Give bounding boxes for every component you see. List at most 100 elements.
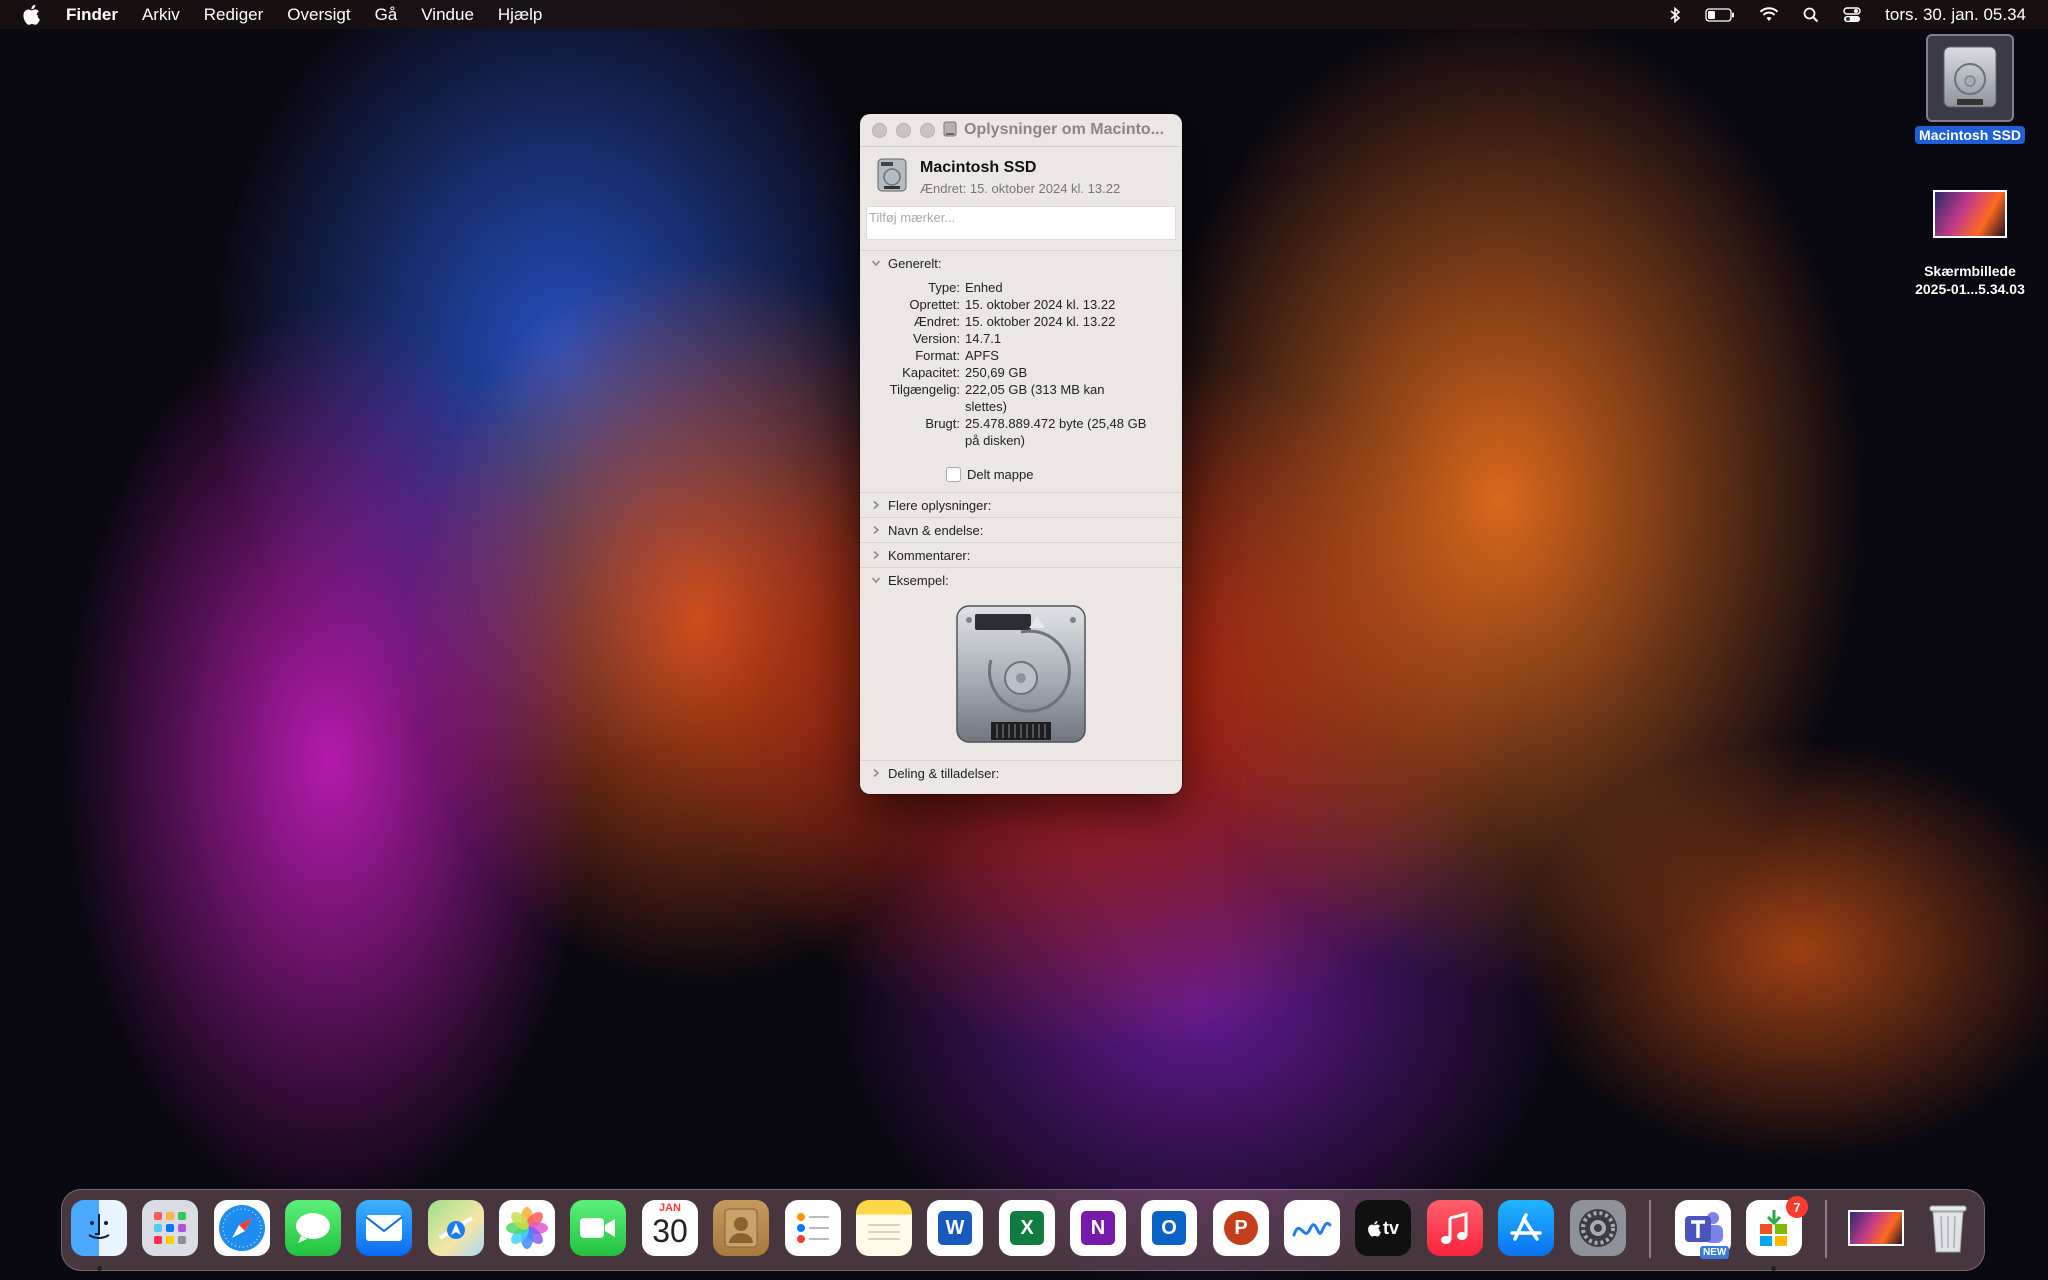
section-comments-label: Kommentarer: <box>888 547 971 563</box>
mail-icon[interactable] <box>356 1200 412 1256</box>
detail-key: Format: <box>915 348 960 363</box>
shared-folder-option[interactable]: Delt mappe <box>946 467 1182 482</box>
chevron-down-icon <box>870 258 882 268</box>
microsoft-word-icon[interactable]: W <box>927 1200 983 1256</box>
section-more-info[interactable]: Flere oplysninger: <box>860 492 1182 517</box>
menu-bar: Finder Arkiv Rediger Oversigt Gå Vindue … <box>0 0 2048 29</box>
notes-icon[interactable] <box>856 1200 912 1256</box>
messages-icon[interactable] <box>285 1200 341 1256</box>
item-modified: Ændret: 15. oktober 2024 kl. 13.22 <box>920 181 1121 196</box>
outlook-letter: O <box>1152 1211 1186 1245</box>
excel-letter: X <box>1010 1211 1044 1245</box>
hard-drive-icon <box>1926 34 2014 122</box>
freeform-icon[interactable] <box>1284 1200 1340 1256</box>
detail-key: Oprettet: <box>909 297 960 312</box>
detail-value: 15. oktober 2024 kl. 13.22 <box>965 297 1116 312</box>
system-settings-icon[interactable] <box>1570 1200 1626 1256</box>
item-name: Macintosh SSD <box>920 159 1037 176</box>
teams-new-tag: NEW <box>1700 1246 1730 1259</box>
calendar-day: 30 <box>652 1213 688 1249</box>
section-general-label: Generelt: <box>888 255 942 271</box>
section-name-extension-label: Navn & endelse: <box>888 522 984 538</box>
dock-divider <box>1825 1200 1827 1258</box>
word-letter: W <box>938 1211 972 1245</box>
detail-row: Oprettet: 15. oktober 2024 kl. 13.22 <box>860 296 1182 313</box>
menu-rediger[interactable]: Rediger <box>204 5 264 25</box>
detail-key: Brugt: <box>925 416 960 431</box>
menu-vindue[interactable]: Vindue <box>421 5 474 25</box>
dock-screenshot-thumbnail[interactable] <box>1848 1200 1904 1256</box>
calendar-icon[interactable]: JAN 30 <box>642 1200 698 1256</box>
menubar-clock[interactable]: tors. 30. jan. 05.34 <box>1885 5 2026 25</box>
menu-oversigt[interactable]: Oversigt <box>287 5 350 25</box>
dock-screenshot-image <box>1848 1210 1904 1246</box>
safari-icon[interactable] <box>214 1200 270 1256</box>
detail-key: Ændret: <box>913 314 960 329</box>
detail-key: Tilgængelig: <box>889 382 960 397</box>
hard-drive-preview-icon <box>951 602 1091 751</box>
general-details: Type: Enhed Oprettet: 15. oktober 2024 kl.… <box>860 275 1182 449</box>
section-preview[interactable]: Eksempel: <box>860 567 1182 592</box>
tags-field[interactable]: Tilføj mærker... <box>866 206 1176 240</box>
screenshot-thumbnail <box>1933 190 2007 238</box>
window-titlebar[interactable]: Oplysninger om Macinto... <box>860 114 1182 147</box>
section-more-info-label: Flere oplysninger: <box>888 497 992 513</box>
finder-running-indicator <box>97 1266 102 1271</box>
detail-value: 222,05 GB (313 MB kan slettes) <box>965 382 1105 414</box>
chevron-right-icon <box>870 500 882 510</box>
section-name-extension[interactable]: Navn & endelse: <box>860 517 1182 542</box>
search-icon[interactable] <box>1803 7 1819 23</box>
detail-row: Brugt: 25.478.889.472 byte (25,48 GB på d… <box>860 415 1182 449</box>
control-center-icon[interactable] <box>1843 6 1861 23</box>
reminders-icon[interactable] <box>785 1200 841 1256</box>
minimize-button[interactable] <box>896 122 911 138</box>
menu-arkiv[interactable]: Arkiv <box>142 5 180 25</box>
trash-icon[interactable] <box>1920 1200 1976 1256</box>
wifi-icon[interactable] <box>1759 7 1779 22</box>
detail-value: 15. oktober 2024 kl. 13.22 <box>965 314 1116 329</box>
detail-value: APFS <box>965 348 999 363</box>
detail-key: Kapacitet: <box>902 365 960 380</box>
detail-row: Format: APFS <box>860 347 1182 364</box>
finder-icon[interactable] <box>71 1200 127 1256</box>
close-button[interactable] <box>872 122 887 138</box>
section-comments[interactable]: Kommentarer: <box>860 542 1182 567</box>
microsoft-onenote-icon[interactable]: N <box>1070 1200 1126 1256</box>
chevron-right-icon <box>870 525 882 535</box>
menu-ga[interactable]: Gå <box>375 5 398 25</box>
photos-icon[interactable] <box>499 1200 555 1256</box>
apple-tv-icon[interactable]: tv <box>1355 1200 1411 1256</box>
menu-hjaelp[interactable]: Hjælp <box>498 5 542 25</box>
menu-app-finder[interactable]: Finder <box>66 5 118 25</box>
update-badge: 7 <box>1786 1196 1808 1218</box>
shared-folder-checkbox[interactable] <box>946 467 961 482</box>
onenote-letter: N <box>1081 1211 1115 1245</box>
contacts-icon[interactable] <box>713 1200 769 1256</box>
desktop-ssd-label: Macintosh SSD <box>1915 126 2025 144</box>
microsoft-powerpoint-icon[interactable]: P <box>1213 1200 1269 1256</box>
bluetooth-icon[interactable] <box>1669 6 1681 24</box>
battery-icon[interactable] <box>1705 7 1735 22</box>
microsoft-outlook-icon[interactable]: O <box>1141 1200 1197 1256</box>
update-running-indicator <box>1771 1266 1776 1271</box>
desktop-macintosh-ssd[interactable]: Macintosh SSD <box>1910 34 2030 144</box>
section-general[interactable]: Generelt: <box>860 250 1182 275</box>
maps-icon[interactable] <box>428 1200 484 1256</box>
detail-row: Version: 14.7.1 <box>860 330 1182 347</box>
launchpad-icon[interactable] <box>142 1200 198 1256</box>
app-store-icon[interactable] <box>1498 1200 1554 1256</box>
chevron-right-icon <box>870 768 882 778</box>
apple-menu-icon[interactable] <box>22 4 44 25</box>
detail-value: 25.478.889.472 byte (25,48 GB på disken) <box>965 416 1147 448</box>
zoom-button[interactable] <box>920 122 935 138</box>
desktop-screenshot-file[interactable]: Skærmbillede 2025-01...5.34.03 <box>1890 190 2048 298</box>
shared-folder-label: Delt mappe <box>967 467 1034 482</box>
detail-row: Kapacitet: 250,69 GB <box>860 364 1182 381</box>
detail-key: Version: <box>913 331 960 346</box>
detail-key: Type: <box>928 280 960 295</box>
section-sharing-label: Deling & tilladelser: <box>888 765 1000 781</box>
section-sharing-permissions[interactable]: Deling & tilladelser: <box>860 760 1182 785</box>
music-icon[interactable] <box>1427 1200 1483 1256</box>
microsoft-excel-icon[interactable]: X <box>999 1200 1055 1256</box>
facetime-icon[interactable] <box>570 1200 626 1256</box>
